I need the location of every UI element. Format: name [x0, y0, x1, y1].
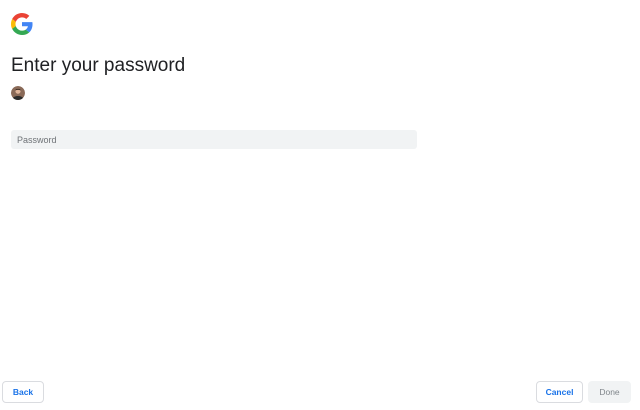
user-avatar-icon [11, 86, 25, 100]
back-button[interactable]: Back [2, 381, 44, 403]
password-input[interactable] [11, 130, 417, 149]
done-button[interactable]: Done [588, 381, 631, 403]
cancel-button[interactable]: Cancel [536, 381, 583, 403]
google-logo-icon [11, 13, 33, 35]
page-title: Enter your password [11, 55, 186, 76]
password-page: Enter your password Back Cancel Done [0, 0, 640, 410]
